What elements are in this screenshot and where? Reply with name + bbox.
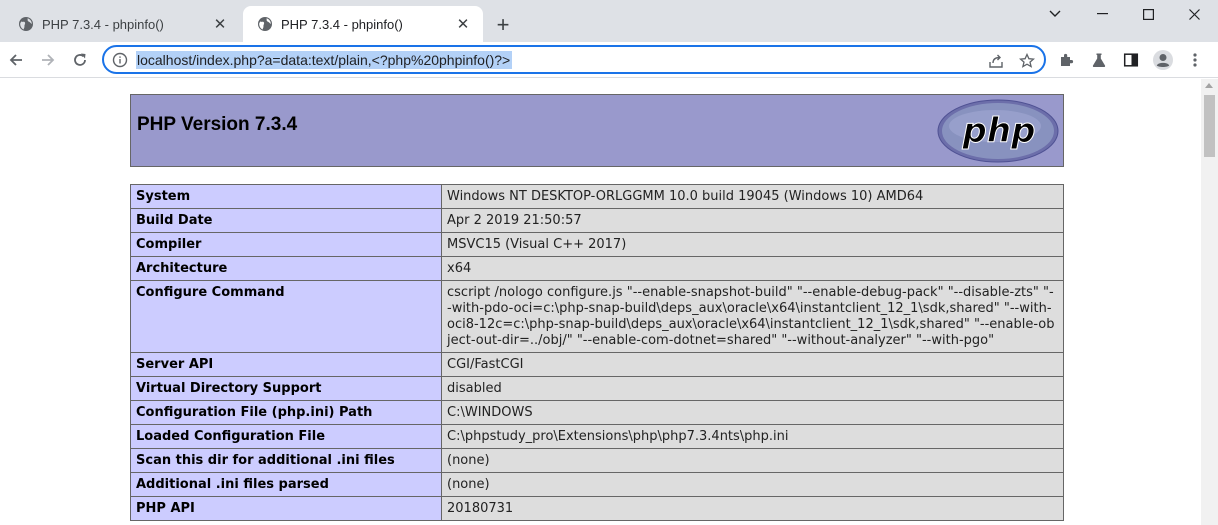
back-icon[interactable]: [2, 46, 30, 74]
scroll-up-arrow-icon[interactable]: [1205, 83, 1213, 88]
row-value: MSVC15 (Visual C++ 2017): [441, 232, 1064, 257]
row-key: Server API: [130, 352, 442, 377]
tab-title: PHP 7.3.4 - phpinfo(): [42, 16, 164, 32]
row-key: Compiler: [130, 232, 442, 257]
row-value: Windows NT DESKTOP-ORLGGMM 10.0 build 19…: [441, 184, 1064, 209]
row-key: Configuration File (php.ini) Path: [130, 400, 442, 425]
page-viewport: PHP Version 7.3.4 php System Windows NT D…: [0, 79, 1201, 525]
table-row: Architecture x64: [130, 256, 1064, 281]
bookmark-star-icon[interactable]: [1017, 51, 1037, 71]
row-value: Apr 2 2019 21:50:57: [441, 208, 1064, 233]
flask-icon[interactable]: [1086, 47, 1112, 73]
row-key: Loaded Configuration File: [130, 424, 442, 449]
tab-title: PHP 7.3.4 - phpinfo(): [281, 16, 403, 32]
table-row: Compiler MSVC15 (Visual C++ 2017): [130, 232, 1064, 257]
php-logo[interactable]: php: [937, 99, 1059, 163]
table-row: Virtual Directory Support disabled: [130, 376, 1064, 401]
tab-strip: PHP 7.3.4 - phpinfo() ✕ PHP 7.3.4 - phpi…: [0, 0, 1218, 42]
row-value: (none): [441, 472, 1064, 497]
row-key: Build Date: [130, 208, 442, 233]
maximize-icon[interactable]: [1125, 0, 1171, 28]
forward-icon[interactable]: [34, 46, 62, 74]
row-value: C:\phpstudy_pro\Extensions\php\php7.3.4n…: [441, 424, 1064, 449]
table-row: Configure Command cscript /nologo configu…: [130, 280, 1064, 353]
row-key: Additional .ini files parsed: [130, 472, 442, 497]
php-logo-text: php: [962, 111, 1036, 151]
profile-avatar-icon[interactable]: [1150, 47, 1176, 73]
scrollbar-thumb[interactable]: [1204, 95, 1215, 157]
table-row: Loaded Configuration File C:\phpstudy_pro…: [130, 424, 1064, 449]
row-key: Architecture: [130, 256, 442, 281]
globe-icon: [19, 17, 33, 31]
reload-icon[interactable]: [66, 46, 94, 74]
table-row: Scan this dir for additional .ini files(…: [130, 448, 1064, 473]
row-key: Virtual Directory Support: [130, 376, 442, 401]
page-title: PHP Version 7.3.4: [137, 114, 298, 135]
tab-phpinfo-1[interactable]: PHP 7.3.4 - phpinfo() ✕: [4, 6, 240, 42]
row-key: PHP API: [130, 496, 442, 521]
table-row: Configuration File (php.ini) Path C:\WIND…: [130, 400, 1064, 425]
globe-icon: [258, 17, 272, 31]
row-value: disabled: [441, 376, 1064, 401]
url-text[interactable]: localhost/index.php?a=data:text/plain,<?…: [136, 51, 513, 69]
chevron-down-icon[interactable]: [1032, 0, 1078, 28]
side-panel-icon[interactable]: [1118, 47, 1144, 73]
table-row: Additional .ini files parsed (none): [130, 472, 1064, 497]
row-value: cscript /nologo configure.js "--enable-s…: [441, 280, 1064, 353]
php-version-header: PHP Version 7.3.4 php: [130, 94, 1064, 167]
info-table: System Windows NT DESKTOP-ORLGGMM 10.0 bu…: [130, 184, 1064, 521]
share-icon[interactable]: [986, 51, 1006, 71]
more-menu-icon[interactable]: [1182, 47, 1208, 73]
row-value: 20180731: [441, 496, 1064, 521]
table-row: Server API CGI/FastCGI: [130, 352, 1064, 377]
tab-phpinfo-2[interactable]: PHP 7.3.4 - phpinfo() ✕: [243, 6, 483, 42]
row-key: System: [130, 184, 442, 209]
tab-close-icon[interactable]: ✕: [210, 14, 230, 34]
extensions-puzzle-icon[interactable]: [1054, 47, 1080, 73]
close-icon[interactable]: [1171, 0, 1217, 28]
row-value: C:\WINDOWS: [441, 400, 1064, 425]
table-row: System Windows NT DESKTOP-ORLGGMM 10.0 bu…: [130, 184, 1064, 209]
row-value: CGI/FastCGI: [441, 352, 1064, 377]
table-row: Build Date Apr 2 2019 21:50:57: [130, 208, 1064, 233]
row-value: x64: [441, 256, 1064, 281]
new-tab-button[interactable]: +: [490, 12, 516, 38]
row-value: (none): [441, 448, 1064, 473]
vertical-scrollbar[interactable]: [1201, 79, 1218, 525]
row-key: Scan this dir for additional .ini files: [130, 448, 442, 473]
row-key: Configure Command: [130, 280, 442, 353]
table-row: PHP API 20180731: [130, 496, 1064, 521]
info-icon[interactable]: [112, 52, 128, 68]
tab-close-icon[interactable]: ✕: [453, 14, 473, 34]
address-bar[interactable]: localhost/index.php?a=data:text/plain,<?…: [102, 45, 1046, 74]
browser-toolbar: localhost/index.php?a=data:text/plain,<?…: [0, 42, 1218, 78]
minimize-icon[interactable]: [1079, 0, 1125, 28]
